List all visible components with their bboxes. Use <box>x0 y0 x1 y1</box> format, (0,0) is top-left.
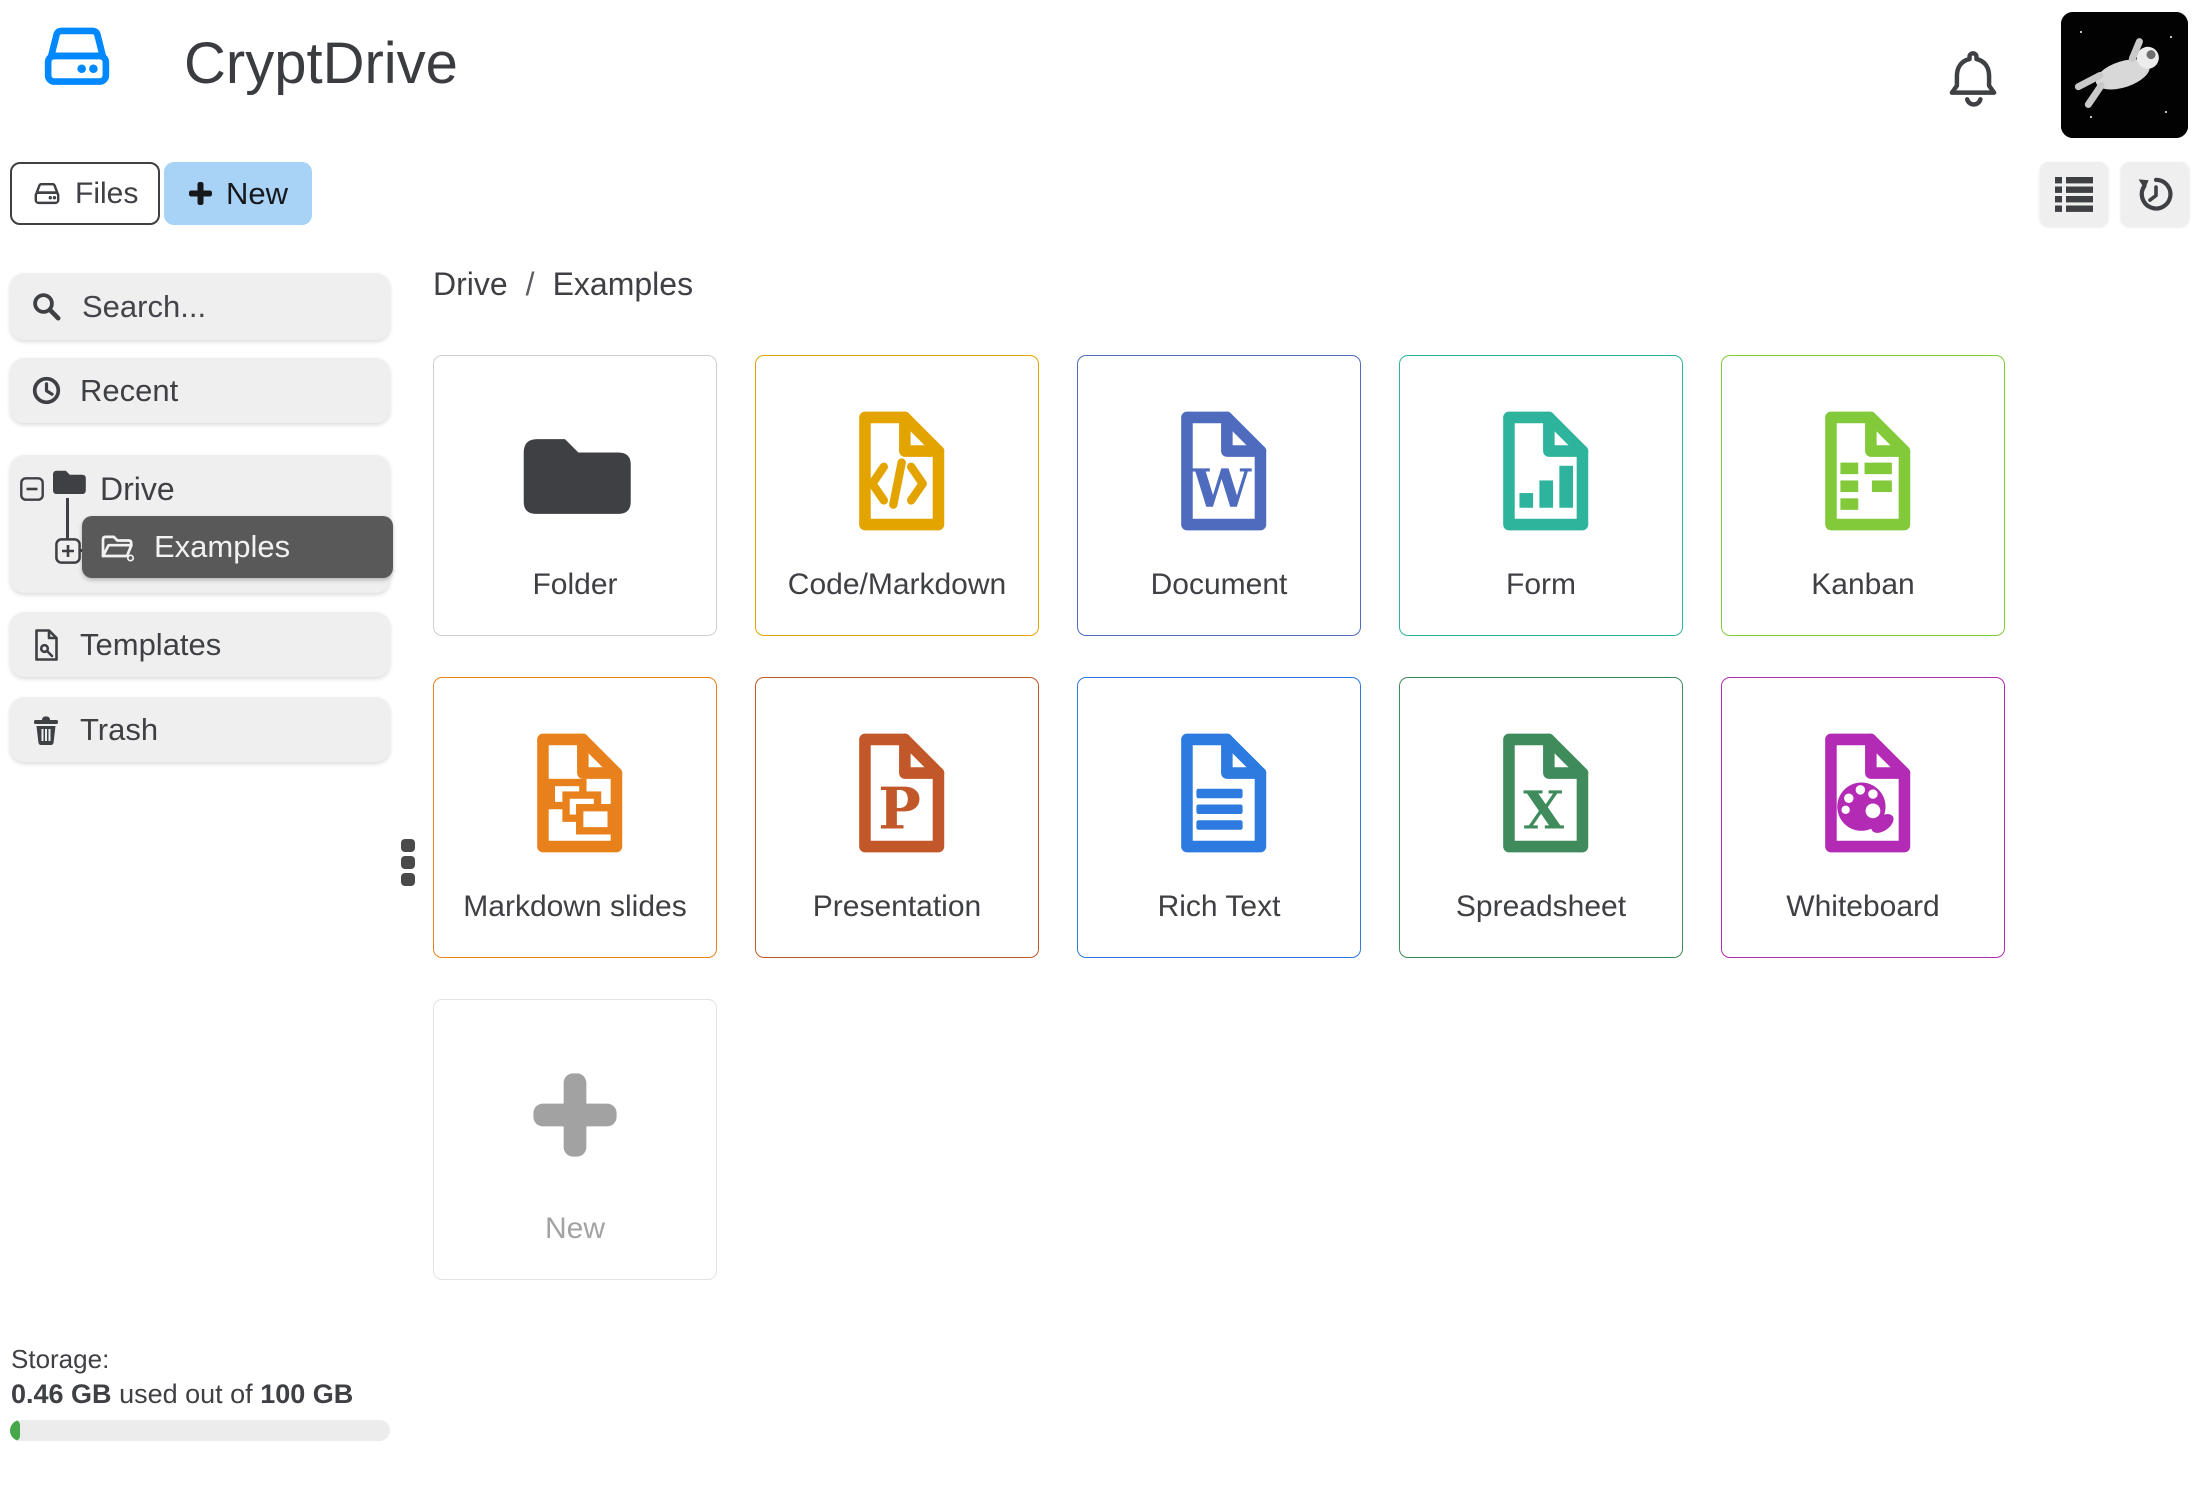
sidebar-item-templates[interactable]: Templates <box>10 612 390 677</box>
sidebar-item-trash[interactable]: Trash <box>10 697 390 762</box>
file-presentation-icon: P <box>756 720 1038 866</box>
grid-card-label: Rich Text <box>1157 890 1281 923</box>
files-button[interactable]: Files <box>10 162 161 225</box>
list-view-icon <box>2055 176 2093 212</box>
hdd-icon <box>34 182 60 204</box>
cryptdrive-logo-icon <box>44 27 110 85</box>
file-code-icon <box>756 398 1038 544</box>
svg-text:X: X <box>1523 781 1564 842</box>
grid-card-markdown-slides[interactable]: Markdown slides <box>433 677 717 958</box>
grid-card-whiteboard[interactable]: Whiteboard <box>1721 677 2005 958</box>
storage-infix: used out of <box>119 1379 253 1409</box>
search-box[interactable] <box>10 273 390 340</box>
grid-card-kanban[interactable]: Kanban <box>1721 355 2005 636</box>
breadcrumb-root[interactable]: Drive <box>433 266 508 303</box>
search-icon <box>26 291 66 322</box>
collapse-minus-icon[interactable] <box>20 477 44 501</box>
storage-used-value: 0.46 GB <box>11 1379 112 1409</box>
search-input[interactable] <box>80 287 364 326</box>
grid-card-label: Kanban <box>1811 568 1915 601</box>
grid-card-document[interactable]: W Document <box>1077 355 1361 636</box>
breadcrumb: Drive / Examples <box>433 266 693 303</box>
list-view-button[interactable] <box>2040 162 2108 226</box>
new-button[interactable]: New <box>164 162 313 225</box>
grid-card-form[interactable]: Form <box>1399 355 1683 636</box>
grid-card-label: Markdown slides <box>463 890 687 923</box>
grid-card-folder[interactable]: Folder <box>433 355 717 636</box>
grid-card-label: Presentation <box>812 890 982 923</box>
grid-card-label: Code/Markdown <box>787 568 1007 601</box>
plus-icon <box>434 1042 716 1188</box>
grid-card-presentation[interactable]: P Presentation <box>755 677 1039 958</box>
file-kanban-icon <box>1722 398 2004 544</box>
template-file-icon <box>26 628 66 662</box>
bell-icon[interactable] <box>1942 44 2004 112</box>
file-slides-icon <box>434 720 716 866</box>
breadcrumb-current[interactable]: Examples <box>553 266 694 303</box>
file-spreadsheet-icon: X <box>1400 720 1682 866</box>
sidebar-item-drive[interactable]: Drive <box>100 471 175 508</box>
folder-open-icon <box>101 535 135 562</box>
history-button[interactable] <box>2121 162 2189 226</box>
sidebar-item-label: Examples <box>154 529 291 564</box>
grid-card-label: Spreadsheet <box>1455 890 1627 923</box>
file-whiteboard-icon <box>1722 720 2004 866</box>
sidebar-resize-handle[interactable] <box>401 839 415 886</box>
storage-progress-bar <box>10 1420 390 1441</box>
grid-card-rich-text[interactable]: Rich Text <box>1077 677 1361 958</box>
breadcrumb-separator: / <box>525 266 535 302</box>
storage-usage-text: 0.46 GB used out of 100 GB <box>11 1379 353 1410</box>
avatar[interactable] <box>2061 12 2188 138</box>
storage-progress-fill <box>10 1420 20 1441</box>
grid-card-label: Document <box>1150 568 1288 601</box>
grid-card-code-markdown[interactable]: Code/Markdown <box>755 355 1039 636</box>
sidebar-item-label: Templates <box>80 626 222 662</box>
expand-plus-icon[interactable] <box>55 538 81 564</box>
files-button-label: Files <box>75 176 139 210</box>
sidebar-item-label: Recent <box>80 372 179 408</box>
file-form-icon <box>1400 398 1682 544</box>
drive-tree: Drive Examples <box>10 455 393 593</box>
storage-total-value: 100 GB <box>260 1379 354 1409</box>
sidebar-item-label: Trash <box>80 711 159 747</box>
grid-card-label: Whiteboard <box>1786 890 1940 923</box>
grid-card-label: New <box>544 1212 605 1245</box>
sidebar-item-recent[interactable]: Recent <box>10 358 390 423</box>
sidebar-item-examples[interactable]: Examples <box>82 516 393 578</box>
trash-icon <box>26 714 66 746</box>
clock-icon <box>26 375 66 406</box>
svg-text:W: W <box>1191 459 1252 520</box>
cryptdrive-page: CryptDrive Files New Search... Recent Dr… <box>0 0 2200 1494</box>
new-button-label: New <box>226 175 289 211</box>
file-word-icon: W <box>1078 398 1360 544</box>
folder-closed-icon <box>53 470 86 494</box>
tree-connector-vertical <box>66 498 69 542</box>
storage-label: Storage: <box>11 1344 110 1374</box>
file-richtext-icon <box>1078 720 1360 866</box>
folder-icon <box>434 398 716 544</box>
grid-card-label: Folder <box>532 568 618 601</box>
grid-card-spreadsheet[interactable]: X Spreadsheet <box>1399 677 1683 958</box>
astronaut-avatar-image <box>2061 12 2188 138</box>
plus-icon <box>189 182 212 205</box>
file-grid: Folder Code/Markdown W Document Form Kan… <box>433 355 2005 1280</box>
history-icon <box>2138 177 2172 211</box>
page-title: CryptDrive <box>184 31 458 96</box>
grid-card-label: Form <box>1506 568 1576 601</box>
grid-card-new[interactable]: New <box>433 999 717 1280</box>
svg-text:P: P <box>878 777 921 843</box>
